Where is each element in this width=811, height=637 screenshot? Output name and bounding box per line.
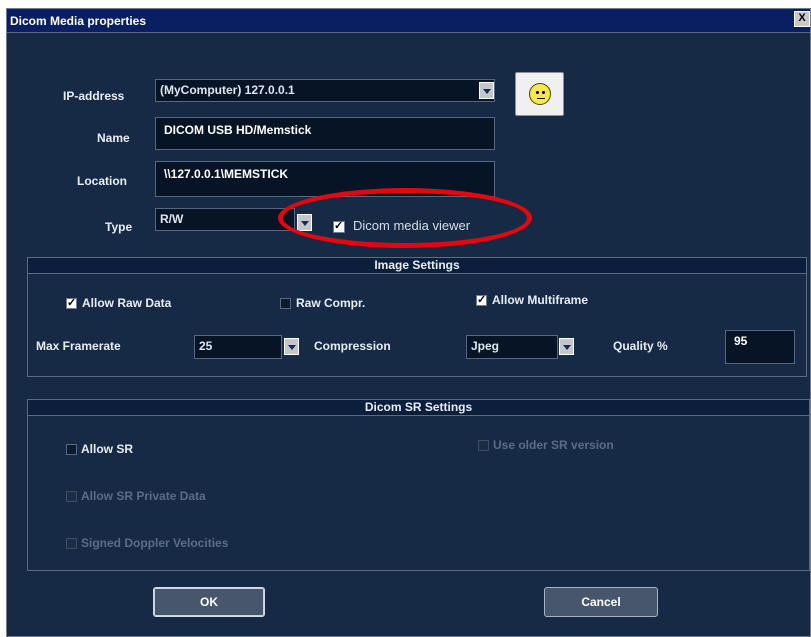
ip-address-value: (MyComputer) 127.0.0.1 — [160, 83, 295, 97]
compression-label: Compression — [314, 339, 391, 353]
max-framerate-dropdown-chevron-icon[interactable] — [284, 338, 299, 355]
dicom-media-viewer-label: Dicom media viewer — [353, 218, 471, 233]
type-value: R/W — [160, 212, 184, 226]
signed-doppler-velocities-label: Signed Doppler Velocities — [81, 536, 229, 550]
allow-sr-private-data-checkbox[interactable] — [66, 491, 77, 502]
ip-address-label: IP-address — [63, 89, 125, 103]
allow-raw-data-checkbox[interactable] — [66, 296, 77, 309]
allow-sr-label: Allow SR — [81, 442, 134, 456]
smiley-face-icon — [529, 83, 551, 105]
status-button[interactable] — [515, 72, 564, 116]
max-framerate-select[interactable]: 25 — [194, 335, 282, 359]
quality-label: Quality % — [613, 339, 668, 353]
compression-value: Jpeg — [471, 339, 500, 353]
location-label: Location — [77, 174, 127, 188]
allow-raw-data-label: Allow Raw Data — [82, 296, 172, 310]
cancel-button[interactable]: Cancel — [544, 587, 658, 617]
name-value: DICOM USB HD/Memstick — [164, 123, 312, 137]
location-value: \\127.0.0.1\MEMSTICK — [164, 167, 289, 181]
ip-address-select[interactable]: (MyComputer) 127.0.0.1 — [155, 79, 495, 102]
use-older-sr-version-label: Use older SR version — [493, 438, 614, 452]
window-title: Dicom Media properties — [10, 14, 147, 28]
use-older-sr-version-checkbox[interactable] — [478, 440, 489, 451]
raw-compr-checkbox[interactable] — [280, 298, 291, 309]
dicom-media-properties-dialog: Dicom Media properties X IP-address (MyC… — [6, 8, 811, 637]
location-field[interactable]: \\127.0.0.1\MEMSTICK — [155, 161, 495, 197]
allow-multiframe-label: Allow Multiframe — [492, 293, 589, 307]
raw-compr-label: Raw Compr. — [296, 296, 366, 310]
quality-value: 95 — [734, 334, 748, 348]
dicom-sr-settings-header: Dicom SR Settings — [28, 400, 809, 416]
type-label: Type — [105, 220, 133, 234]
signed-doppler-velocities-checkbox[interactable] — [66, 538, 77, 549]
type-select[interactable]: R/W — [155, 208, 295, 231]
dicom-media-viewer-checkbox[interactable] — [333, 219, 345, 233]
close-icon[interactable]: X — [794, 11, 810, 27]
type-dropdown-chevron-icon[interactable] — [297, 214, 312, 231]
window-titlebar: Dicom Media properties — [7, 9, 810, 33]
image-settings-header: Image Settings — [28, 258, 806, 274]
quality-field[interactable]: 95 — [725, 330, 795, 364]
name-field[interactable]: DICOM USB HD/Memstick — [155, 117, 495, 150]
compression-select[interactable]: Jpeg — [466, 335, 558, 359]
ip-address-dropdown-chevron-icon[interactable] — [479, 82, 494, 99]
max-framerate-value: 25 — [199, 339, 213, 353]
compression-dropdown-chevron-icon[interactable] — [559, 338, 574, 355]
max-framerate-label: Max Framerate — [36, 339, 121, 353]
name-label: Name — [97, 131, 130, 145]
allow-sr-private-data-label: Allow SR Private Data — [81, 489, 206, 503]
dicom-sr-settings-section: Dicom SR Settings Allow SR Use older SR … — [27, 399, 810, 571]
ok-button[interactable]: OK — [153, 587, 265, 617]
allow-sr-checkbox[interactable] — [66, 444, 77, 455]
allow-multiframe-checkbox[interactable] — [476, 293, 487, 306]
image-settings-section: Image Settings Allow Raw Data Raw Compr.… — [27, 257, 807, 377]
